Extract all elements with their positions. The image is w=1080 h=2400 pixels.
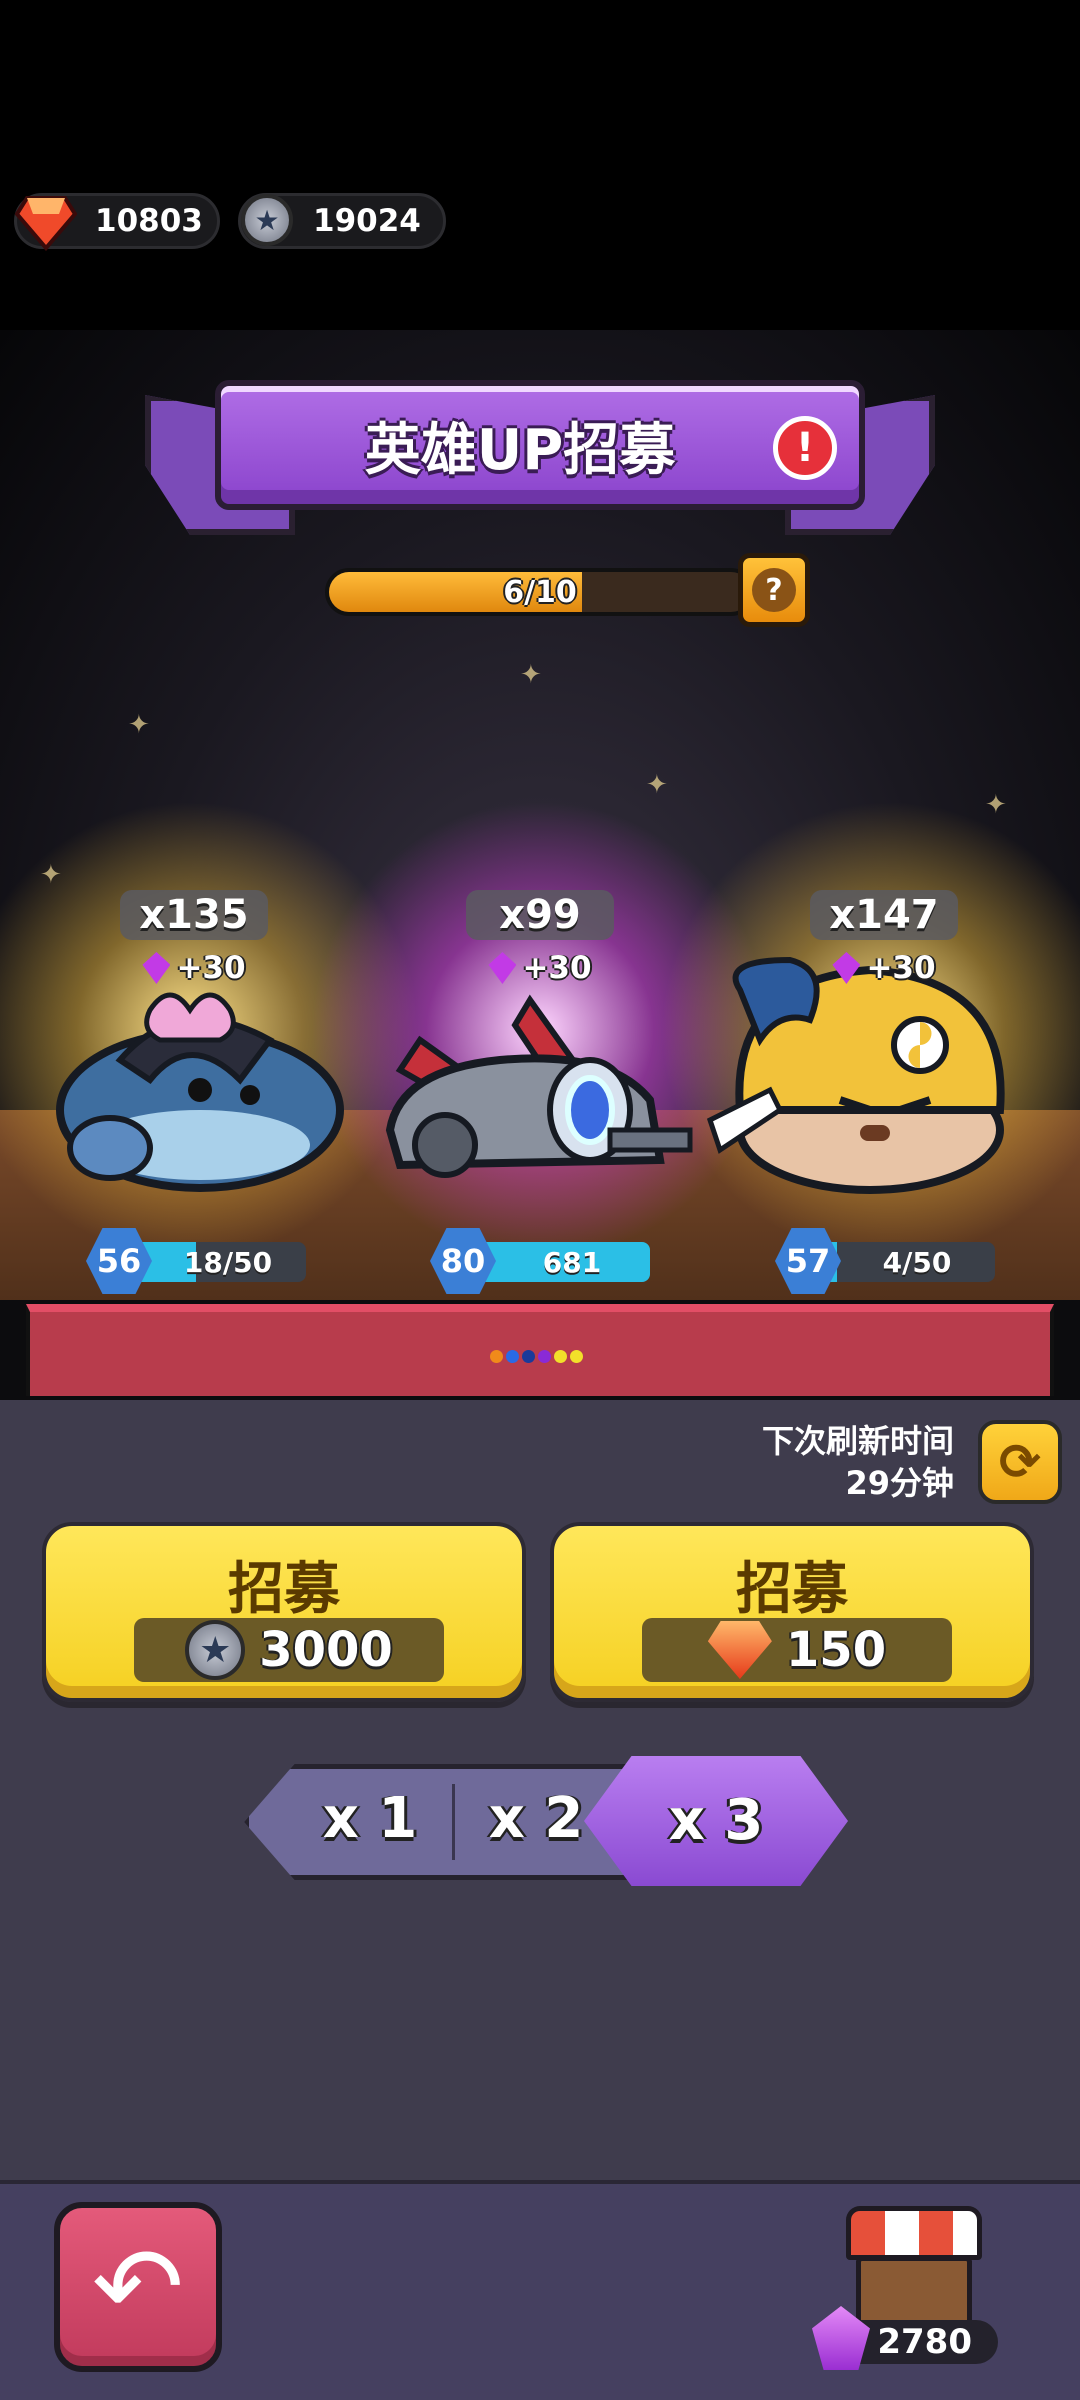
- gem-counter[interactable]: 10803: [14, 193, 220, 252]
- recruit-gem-button[interactable]: 招募 150: [550, 1522, 1034, 1702]
- banner-title: 英雄UP招募: [364, 417, 676, 483]
- alert-icon[interactable]: !: [773, 416, 837, 480]
- purple-gem-icon: [832, 952, 861, 984]
- purple-gem-icon: [488, 952, 517, 984]
- silver-coin-icon: ★: [185, 1620, 246, 1680]
- hero-blue-fish[interactable]: [40, 970, 350, 1200]
- pity-progress-bar: 6/10: [325, 568, 755, 616]
- hero-1-bonus-text: +30: [176, 950, 246, 986]
- silver-coin-icon: ★: [241, 194, 293, 246]
- purple-gem-icon: [142, 952, 171, 984]
- recruit-gem-cost-value: 150: [785, 1622, 887, 1678]
- hero-2-xp-bar: 681: [478, 1242, 650, 1282]
- shop-awning-icon: [846, 2206, 982, 2260]
- red-gem-icon: [707, 1621, 772, 1679]
- hero-3-xp-bar: 4/50: [823, 1242, 995, 1282]
- hero-3-level-badge: 57: [775, 1228, 841, 1294]
- hero-1-xp-bar: 18/50: [134, 1242, 306, 1282]
- page-dot: [490, 1350, 503, 1363]
- hero-1-count: x135: [120, 890, 268, 940]
- recruit-coin-button[interactable]: 招募 ★ 3000: [42, 1522, 526, 1702]
- refresh-icon[interactable]: ⟳: [978, 1420, 1062, 1504]
- hero-3-level: 4/50 57: [775, 1228, 1005, 1294]
- hero-3-xp-text: 4/50: [882, 1245, 952, 1279]
- hero-3-bonus-text: +30: [866, 950, 936, 986]
- red-gem-icon: [15, 196, 77, 252]
- page-dots: [490, 1350, 583, 1363]
- back-arrow-icon: ↶: [91, 2223, 185, 2351]
- help-button[interactable]: ?: [738, 553, 810, 627]
- hero-1-xp-text: 18/50: [183, 1245, 273, 1279]
- hero-2-level-badge: 80: [430, 1228, 496, 1294]
- hero-2-level: 681 80: [430, 1228, 660, 1294]
- sparkle: ✦: [520, 660, 542, 690]
- multiplier-divider: [452, 1784, 455, 1860]
- refresh-label: 下次刷新时间: [761, 1422, 954, 1460]
- refresh-timer: 下次刷新时间 29分钟: [762, 1420, 954, 1504]
- hero-1-level: 18/50 56: [86, 1228, 316, 1294]
- hero-3-bonus: +30: [810, 946, 958, 990]
- hero-2-bonus: +30: [466, 946, 614, 990]
- refresh-time: 29分钟: [845, 1464, 954, 1502]
- hero-2-bonus-text: +30: [522, 950, 592, 986]
- multiplier-x2[interactable]: x 2: [466, 1760, 606, 1876]
- question-icon: ?: [752, 568, 796, 612]
- hero-robot-car[interactable]: [380, 980, 700, 1210]
- page-dot: [570, 1350, 583, 1363]
- sparkle: ✦: [646, 770, 668, 800]
- multiplier-x1[interactable]: x 1: [300, 1760, 440, 1876]
- coin-counter[interactable]: ★ 19024: [238, 193, 446, 249]
- page-dot: [522, 1350, 535, 1363]
- page-dot: [506, 1350, 519, 1363]
- recruit-banner: 英雄UP招募 !: [215, 380, 865, 510]
- hero-2-xp-text: 681: [542, 1245, 602, 1279]
- sparkle: ✦: [40, 860, 62, 890]
- hero-3-count: x147: [810, 890, 958, 940]
- coin-count: 19024: [313, 203, 421, 239]
- recruit-gem-cost: 150: [642, 1618, 952, 1682]
- shop-button[interactable]: [846, 2206, 982, 2336]
- pity-progress-text: 6/10: [503, 574, 577, 610]
- recruit-gem-title: 招募: [736, 1557, 848, 1622]
- back-button[interactable]: ↶: [54, 2202, 222, 2372]
- recruit-coin-cost: ★ 3000: [134, 1618, 444, 1682]
- gem-count: 10803: [95, 203, 203, 239]
- hero-1-level-badge: 56: [86, 1228, 152, 1294]
- multiplier-x3[interactable]: x 3: [634, 1762, 798, 1878]
- recruit-coin-cost-value: 3000: [259, 1622, 393, 1678]
- sparkle: ✦: [985, 790, 1007, 820]
- hero-2-count: x99: [466, 890, 614, 940]
- page-dot: [554, 1350, 567, 1363]
- sparkle: ✦: [128, 710, 150, 740]
- recruit-coin-title: 招募: [228, 1557, 340, 1622]
- hero-1-bonus: +30: [120, 946, 268, 990]
- page-dot: [538, 1350, 551, 1363]
